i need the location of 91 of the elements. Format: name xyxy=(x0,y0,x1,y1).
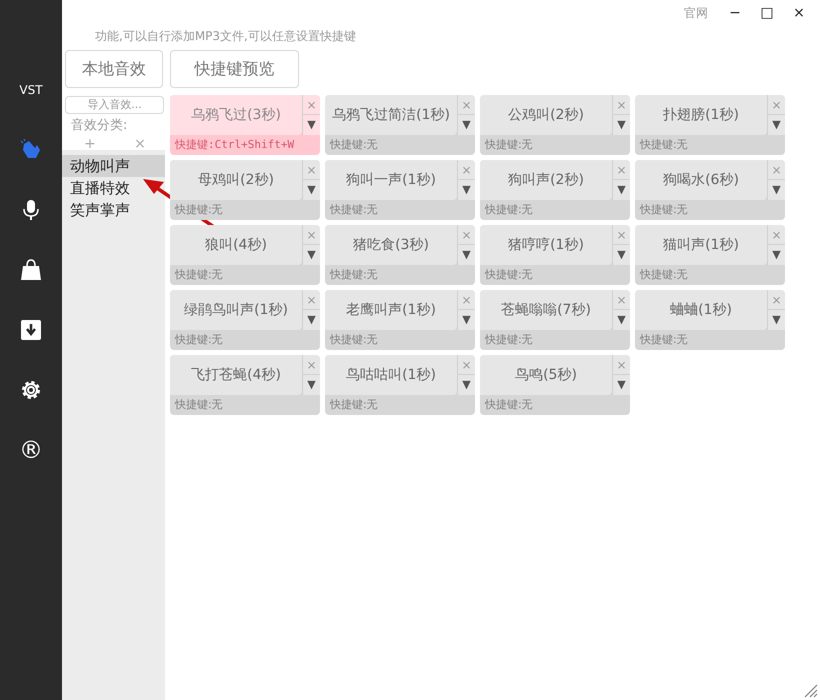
shortcut-text: 快捷键:无 xyxy=(638,332,689,348)
sound-card[interactable]: 乌鸦飞过(3秒) × ▼ 快捷键:Ctrl+Shift+W xyxy=(170,95,320,155)
sound-name: 母鸡叫(2秒) xyxy=(170,160,302,200)
sound-card[interactable]: 飞打苍蝇(4秒) × ▼ 快捷键:无 xyxy=(170,355,320,415)
sound-name: 狼叫(4秒) xyxy=(170,225,302,265)
sound-card[interactable]: 狗叫声(2秒) × ▼ 快捷键:无 xyxy=(480,160,630,220)
sound-name: 乌鸦飞过简洁(1秒) xyxy=(325,95,457,135)
sound-card[interactable]: 鸟咕咕叫(1秒) × ▼ 快捷键:无 xyxy=(325,355,475,415)
shortcut-text: 快捷键:无 xyxy=(638,202,689,218)
category-item[interactable]: 笑声掌声 xyxy=(62,199,165,221)
shopping-bag-icon[interactable] xyxy=(19,258,43,282)
dropdown-button[interactable]: ▼ xyxy=(768,115,785,135)
shortcut-text: 快捷键:无 xyxy=(484,202,534,218)
dropdown-button[interactable]: ▼ xyxy=(303,115,320,135)
sound-card[interactable]: 公鸡叫(2秒) × ▼ 快捷键:无 xyxy=(480,95,630,155)
sound-card[interactable]: 狗喝水(6秒) × ▼ 快捷键:无 xyxy=(635,160,785,220)
sound-name: 猫叫声(1秒) xyxy=(635,225,767,265)
sound-card[interactable]: 猪吃食(3秒) × ▼ 快捷键:无 xyxy=(325,225,475,285)
resize-grip-icon[interactable] xyxy=(802,682,818,698)
dropdown-button[interactable]: ▼ xyxy=(458,115,475,135)
sound-name: 乌鸦飞过(3秒) xyxy=(170,95,302,135)
sound-card[interactable]: 狗叫一声(1秒) × ▼ 快捷键:无 xyxy=(325,160,475,220)
sound-name: 扑翅膀(1秒) xyxy=(635,95,767,135)
shortcut-text: 快捷键:无 xyxy=(484,267,534,283)
sound-name: 猪吃食(3秒) xyxy=(325,225,457,265)
shortcut-text: 快捷键:Ctrl+Shift+W xyxy=(174,137,296,153)
dropdown-button[interactable]: ▼ xyxy=(303,245,320,265)
sound-card[interactable]: 猪哼哼(1秒) × ▼ 快捷键:无 xyxy=(480,225,630,285)
settings-icon[interactable] xyxy=(19,378,43,402)
sound-card[interactable]: 苍蝇嗡嗡(7秒) × ▼ 快捷键:无 xyxy=(480,290,630,350)
shortcut-text: 快捷键:无 xyxy=(484,332,534,348)
sound-card[interactable]: 母鸡叫(2秒) × ▼ 快捷键:无 xyxy=(170,160,320,220)
sound-name: 绿鹃鸟叫声(1秒) xyxy=(170,290,302,330)
category-item[interactable]: 动物叫声 xyxy=(62,155,165,177)
sound-name: 苍蝇嗡嗡(7秒) xyxy=(480,290,612,330)
dropdown-button[interactable]: ▼ xyxy=(613,115,630,135)
dropdown-button[interactable]: ▼ xyxy=(458,310,475,330)
minimize-button[interactable]: − xyxy=(724,4,746,22)
close-button[interactable]: × xyxy=(788,4,810,22)
dropdown-button[interactable]: ▼ xyxy=(458,375,475,395)
sound-card[interactable]: 扑翅膀(1秒) × ▼ 快捷键:无 xyxy=(635,95,785,155)
shortcut-text: 快捷键:无 xyxy=(638,267,689,283)
shortcut-text: 快捷键:无 xyxy=(328,397,379,413)
sound-name: 蛐蛐(1秒) xyxy=(635,290,767,330)
hint-text: 功能,可以自行添加MP3文件,可以任意设置快捷键 xyxy=(95,28,356,45)
sound-card[interactable]: 鸟鸣(5秒) × ▼ 快捷键:无 xyxy=(480,355,630,415)
dropdown-button[interactable]: ▼ xyxy=(768,180,785,200)
dropdown-button[interactable]: ▼ xyxy=(613,375,630,395)
category-item[interactable]: 直播特效 xyxy=(62,177,165,199)
dropdown-button[interactable]: ▼ xyxy=(303,310,320,330)
sound-name: 狗喝水(6秒) xyxy=(635,160,767,200)
sound-name: 鸟咕咕叫(1秒) xyxy=(325,355,457,395)
dropdown-button[interactable]: ▼ xyxy=(768,310,785,330)
shortcut-text: 快捷键:无 xyxy=(328,332,379,348)
dropdown-button[interactable]: ▼ xyxy=(613,310,630,330)
shortcut-text: 快捷键:无 xyxy=(174,332,224,348)
dropdown-button[interactable]: ▼ xyxy=(303,375,320,395)
shortcut-text: 快捷键:无 xyxy=(484,137,534,153)
dropdown-button[interactable]: ▼ xyxy=(303,180,320,200)
shortcut-text: 快捷键:无 xyxy=(328,137,379,153)
sound-name: 猪哼哼(1秒) xyxy=(480,225,612,265)
category-label: 音效分类: xyxy=(71,117,128,135)
dropdown-button[interactable]: ▼ xyxy=(613,180,630,200)
download-icon[interactable] xyxy=(19,318,43,342)
shortcut-text: 快捷键:无 xyxy=(328,267,379,283)
tab-button[interactable]: 快捷键预览 xyxy=(170,50,299,88)
sidebar-item[interactable]: ® xyxy=(19,438,43,462)
tab-button[interactable]: 本地音效 xyxy=(65,50,163,88)
shortcut-text: 快捷键:无 xyxy=(638,137,689,153)
shortcut-text: 快捷键:无 xyxy=(328,202,379,218)
dropdown-button[interactable]: ▼ xyxy=(458,180,475,200)
sound-card[interactable]: 猫叫声(1秒) × ▼ 快捷键:无 xyxy=(635,225,785,285)
sound-card[interactable]: 老鹰叫声(1秒) × ▼ 快捷键:无 xyxy=(325,290,475,350)
sound-card[interactable]: 狼叫(4秒) × ▼ 快捷键:无 xyxy=(170,225,320,285)
shortcut-text: 快捷键:无 xyxy=(174,397,224,413)
sound-name: 飞打苍蝇(4秒) xyxy=(170,355,302,395)
sidebar-item[interactable]: VST xyxy=(19,78,43,102)
sound-card[interactable]: 绿鹃鸟叫声(1秒) × ▼ 快捷键:无 xyxy=(170,290,320,350)
sound-name: 公鸡叫(2秒) xyxy=(480,95,612,135)
dropdown-button[interactable]: ▼ xyxy=(458,245,475,265)
shortcut-text: 快捷键:无 xyxy=(484,397,534,413)
dropdown-button[interactable]: ▼ xyxy=(768,245,785,265)
sound-name: 狗叫一声(1秒) xyxy=(325,160,457,200)
sound-name: 老鹰叫声(1秒) xyxy=(325,290,457,330)
sound-name: 鸟鸣(5秒) xyxy=(480,355,612,395)
dropdown-button[interactable]: ▼ xyxy=(613,245,630,265)
sound-name: 狗叫声(2秒) xyxy=(480,160,612,200)
maximize-button[interactable]: □ xyxy=(756,4,778,22)
shortcut-text: 快捷键:无 xyxy=(174,267,224,283)
shortcut-text: 快捷键:无 xyxy=(174,202,224,218)
sound-card[interactable]: 蛐蛐(1秒) × ▼ 快捷键:无 xyxy=(635,290,785,350)
